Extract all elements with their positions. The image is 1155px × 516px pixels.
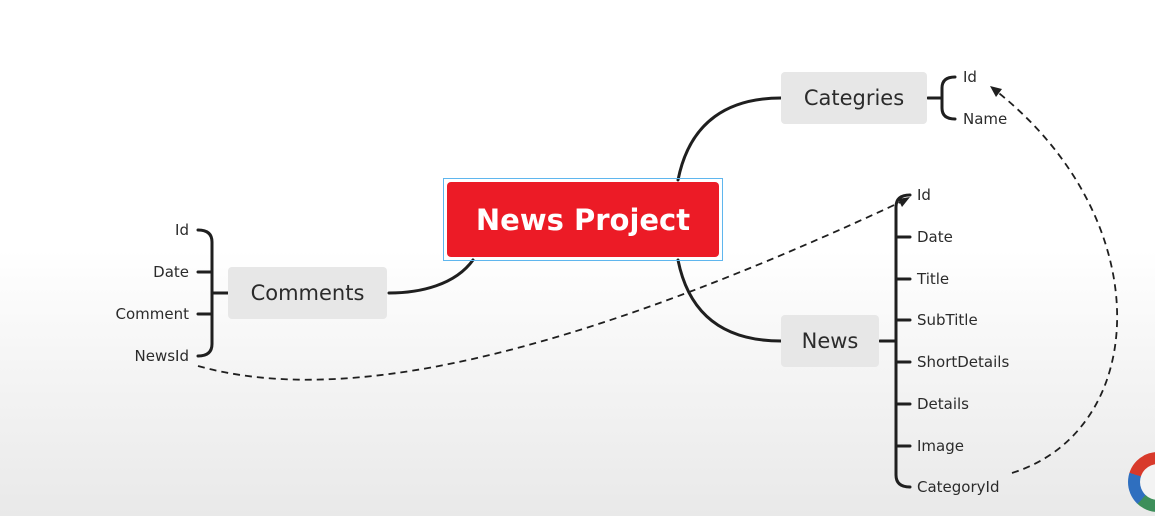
node-categories[interactable]: Categries (781, 72, 927, 124)
comments-field-id[interactable]: Id (175, 221, 189, 239)
categories-field-id[interactable]: Id (963, 68, 977, 86)
node-news[interactable]: News (781, 315, 879, 367)
bracket-categories (926, 75, 957, 121)
news-field-shortdetails[interactable]: ShortDetails (917, 353, 1009, 371)
branch-categories (676, 96, 783, 182)
arrowhead-categories-id (990, 86, 1002, 97)
node-comments[interactable]: Comments (228, 267, 387, 319)
comments-field-date[interactable]: Date (153, 263, 189, 281)
news-field-date[interactable]: Date (917, 228, 953, 246)
comments-field-newsid[interactable]: NewsId (135, 347, 189, 365)
branch-news (676, 258, 783, 343)
news-field-id[interactable]: Id (917, 186, 931, 204)
news-field-details[interactable]: Details (917, 395, 969, 413)
comments-field-comment[interactable]: Comment (116, 305, 190, 323)
news-field-categoryid[interactable]: CategoryId (917, 478, 999, 496)
branch-comments (387, 258, 475, 295)
news-field-title[interactable]: Title (917, 270, 949, 288)
categories-field-name[interactable]: Name (963, 110, 1007, 128)
news-field-subtitle[interactable]: SubTitle (917, 311, 978, 329)
relation-categoryid-to-categories-id (994, 89, 1119, 474)
bracket-news (878, 193, 912, 489)
root-node-selected[interactable]: News Project (443, 178, 723, 261)
news-field-image[interactable]: Image (917, 437, 964, 455)
bracket-comments (196, 228, 230, 358)
root-node-label: News Project (447, 182, 719, 257)
